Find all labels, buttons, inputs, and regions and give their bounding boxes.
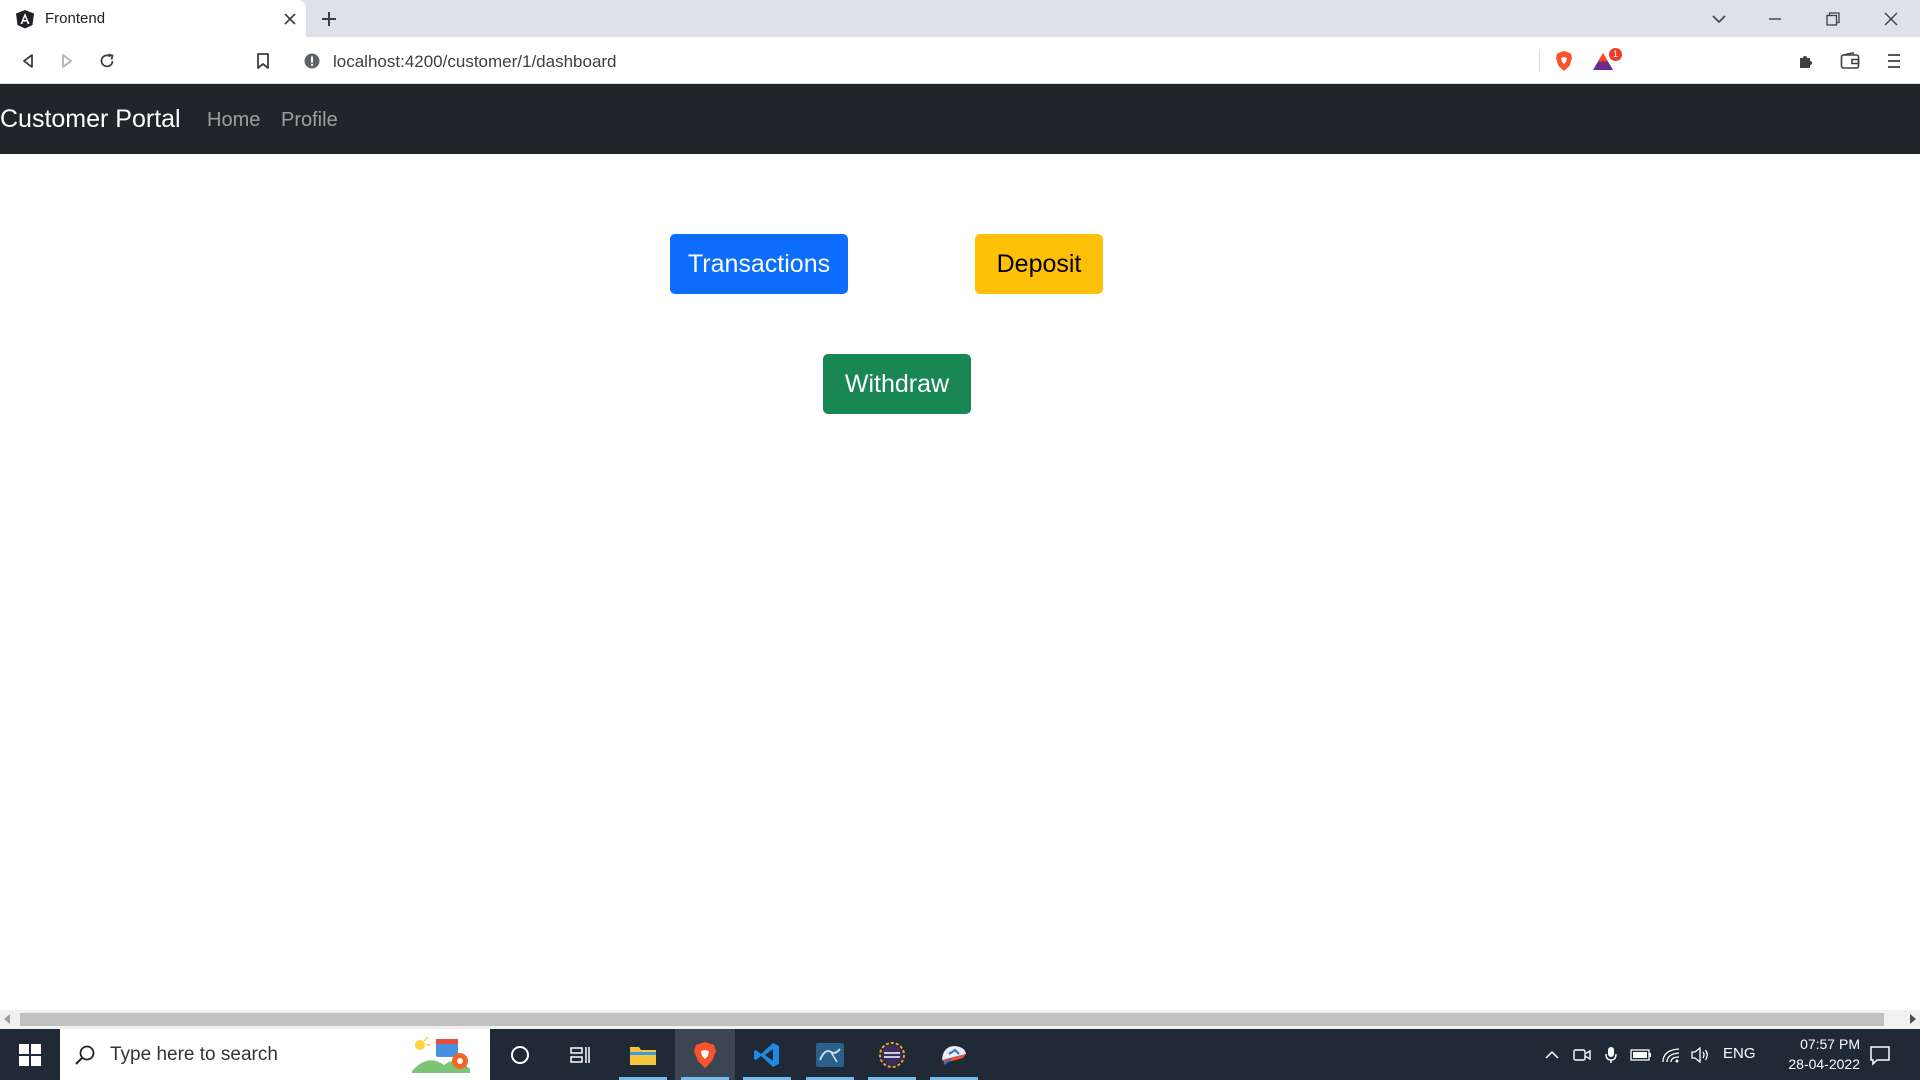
meet-now-icon[interactable]: [1571, 1044, 1593, 1066]
system-clock[interactable]: 07:57 PM 28-04-2022: [1760, 1034, 1860, 1074]
minimize-icon[interactable]: [1760, 4, 1790, 34]
close-tab-icon[interactable]: [280, 9, 300, 29]
transactions-button[interactable]: Transactions: [670, 234, 848, 294]
navbar-brand[interactable]: Customer Portal: [0, 105, 181, 134]
search-icon: [74, 1044, 96, 1066]
file-explorer-icon[interactable]: [613, 1029, 673, 1080]
reload-icon[interactable]: [93, 47, 121, 75]
address-separator: [1539, 50, 1540, 72]
windows-taskbar: Type here to search ENG 07:57 PM 28-04-2…: [0, 1029, 1920, 1080]
task-view-icon[interactable]: [550, 1029, 610, 1080]
notification-count-badge: 1: [1609, 48, 1622, 61]
menu-icon[interactable]: [1880, 47, 1908, 75]
clock-time: 07:57 PM: [1800, 1036, 1860, 1052]
language-indicator[interactable]: ENG: [1723, 1045, 1756, 1062]
withdraw-button[interactable]: Withdraw: [823, 354, 971, 414]
cortana-icon[interactable]: [490, 1029, 550, 1080]
new-tab-icon[interactable]: [318, 8, 340, 30]
deposit-button[interactable]: Deposit: [975, 234, 1103, 294]
browser-tab[interactable]: Frontend: [0, 0, 306, 37]
scroll-right-icon[interactable]: [1910, 1014, 1916, 1024]
site-info-icon[interactable]: [304, 53, 320, 69]
brave-rewards-icon[interactable]: 1: [1592, 48, 1622, 73]
scroll-left-icon[interactable]: [4, 1014, 10, 1024]
search-placeholder[interactable]: Type here to search: [110, 1044, 278, 1066]
mysql-workbench-icon[interactable]: [800, 1029, 860, 1080]
restore-icon[interactable]: [1818, 4, 1848, 34]
horizontal-scrollbar[interactable]: [0, 1010, 1920, 1029]
nav-link-home[interactable]: Home: [207, 109, 260, 132]
search-highlight-icon: [410, 1035, 476, 1075]
windows-start-icon[interactable]: [0, 1029, 60, 1080]
address-bar[interactable]: localhost:4200/customer/1/dashboard 1: [292, 46, 1631, 76]
notification-center-icon[interactable]: [1868, 1043, 1892, 1067]
brave-shields-icon[interactable]: [1552, 49, 1576, 73]
wallet-icon[interactable]: [1836, 47, 1864, 75]
bookmark-icon[interactable]: [249, 47, 277, 75]
tab-title: Frontend: [45, 10, 106, 27]
vscode-icon[interactable]: [737, 1029, 797, 1080]
browser-window: Frontend localhost:4200/customer/1/dashb…: [0, 0, 1920, 1080]
volume-icon[interactable]: [1689, 1044, 1711, 1066]
brave-browser-icon[interactable]: [675, 1029, 735, 1080]
tab-search-chevron-icon[interactable]: [1704, 4, 1734, 34]
url-text[interactable]: localhost:4200/customer/1/dashboard: [333, 52, 617, 72]
close-window-icon[interactable]: [1876, 4, 1906, 34]
back-icon[interactable]: [14, 47, 42, 75]
scrollbar-thumb[interactable]: [20, 1013, 1884, 1026]
app-navbar: Customer Portal Home Profile: [0, 84, 1920, 154]
wifi-icon[interactable]: [1660, 1044, 1682, 1066]
eclipse-ide-icon[interactable]: [862, 1029, 922, 1080]
taskbar-search-box[interactable]: Type here to search: [60, 1029, 490, 1080]
extensions-icon[interactable]: [1793, 47, 1821, 75]
show-hidden-icons-chevron-icon[interactable]: [1541, 1044, 1563, 1066]
postman-icon[interactable]: [924, 1029, 984, 1080]
nav-link-profile[interactable]: Profile: [281, 109, 338, 132]
battery-icon[interactable]: [1630, 1044, 1652, 1066]
microphone-icon[interactable]: [1600, 1044, 1622, 1066]
browser-toolbar: localhost:4200/customer/1/dashboard 1: [0, 37, 1920, 84]
angular-logo-icon: [15, 9, 35, 29]
clock-date: 28-04-2022: [1788, 1056, 1860, 1072]
tab-strip: Frontend: [0, 0, 1920, 37]
forward-icon[interactable]: [53, 47, 81, 75]
